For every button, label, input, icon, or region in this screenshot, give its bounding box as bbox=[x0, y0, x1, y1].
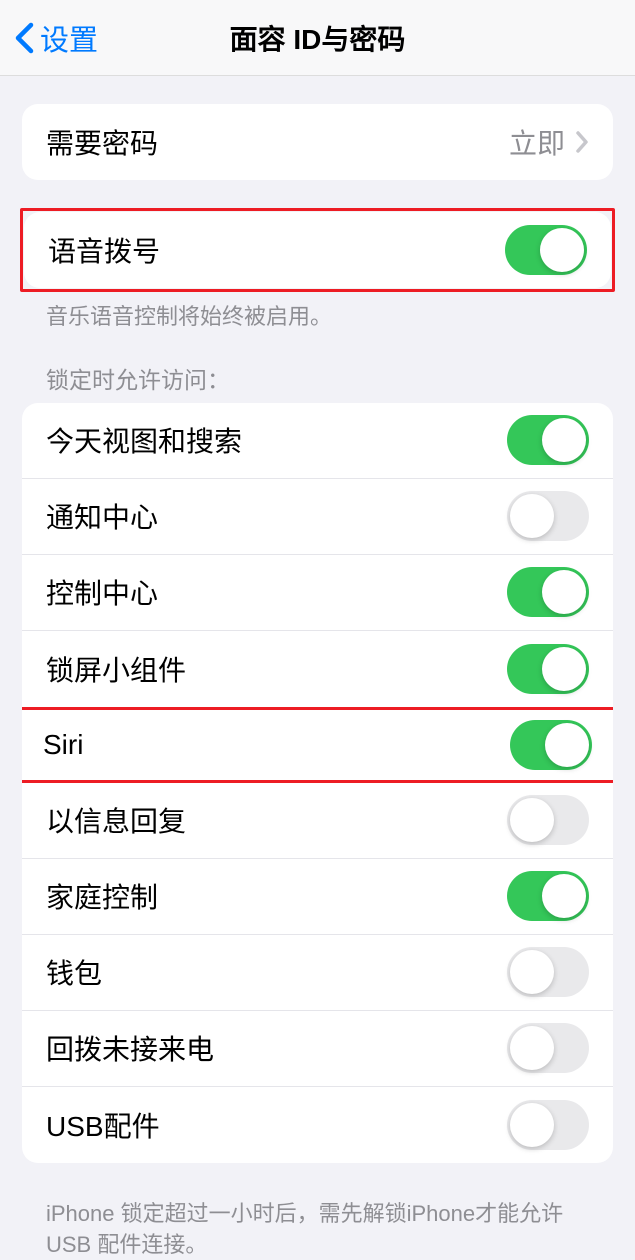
toggle-today-view[interactable] bbox=[507, 415, 589, 465]
row-home-control: 家庭控制 bbox=[22, 859, 613, 935]
toggle-return-missed-calls[interactable] bbox=[507, 1023, 589, 1073]
row-today-view: 今天视图和搜索 bbox=[22, 403, 613, 479]
page-title: 面容 ID与密码 bbox=[230, 18, 406, 58]
toggle-voice-dial[interactable] bbox=[505, 225, 587, 275]
toggle-siri[interactable] bbox=[510, 720, 592, 770]
highlight-voice-dial: 语音拨号 bbox=[20, 208, 615, 292]
row-label: 需要密码 bbox=[46, 122, 158, 162]
back-label: 设置 bbox=[40, 17, 98, 59]
row-label: 回拨未接来电 bbox=[46, 1028, 214, 1068]
row-return-missed-calls: 回拨未接来电 bbox=[22, 1011, 613, 1087]
row-lock-widgets: 锁屏小组件 bbox=[22, 631, 613, 707]
row-siri: Siri bbox=[22, 707, 613, 783]
row-notification-center: 通知中心 bbox=[22, 479, 613, 555]
row-reply-with-message: 以信息回复 bbox=[22, 783, 613, 859]
row-control-center: 控制中心 bbox=[22, 555, 613, 631]
row-value: 立即 bbox=[509, 122, 565, 162]
row-label: 控制中心 bbox=[46, 572, 158, 612]
toggle-usb-accessories[interactable] bbox=[507, 1100, 589, 1150]
back-button[interactable]: 设置 bbox=[0, 17, 98, 59]
row-require-passcode[interactable]: 需要密码 立即 bbox=[22, 104, 613, 180]
group-allow-access: 今天视图和搜索 通知中心 控制中心 锁屏小组件 Siri 以信息回复 家庭控制 bbox=[22, 403, 613, 1163]
row-voice-dial: 语音拨号 bbox=[24, 212, 611, 288]
group-passcode: 需要密码 立即 bbox=[22, 104, 613, 180]
row-label: Siri bbox=[43, 729, 83, 761]
toggle-control-center[interactable] bbox=[507, 567, 589, 617]
footer-usb: iPhone 锁定超过一小时后，需先解锁iPhone才能允许 USB 配件连接。 bbox=[0, 1191, 635, 1260]
row-wallet: 钱包 bbox=[22, 935, 613, 1011]
row-label: 以信息回复 bbox=[46, 800, 186, 840]
header-allow-access: 锁定时允许访问： bbox=[0, 333, 635, 403]
row-usb-accessories: USB配件 bbox=[22, 1087, 613, 1163]
toggle-notification-center[interactable] bbox=[507, 491, 589, 541]
back-chevron-icon bbox=[14, 22, 34, 54]
nav-bar: 设置 面容 ID与密码 bbox=[0, 0, 635, 76]
toggle-home-control[interactable] bbox=[507, 871, 589, 921]
toggle-lock-widgets[interactable] bbox=[507, 644, 589, 694]
row-label: 钱包 bbox=[46, 952, 102, 992]
row-label: 今天视图和搜索 bbox=[46, 420, 242, 460]
group-voice-dial: 语音拨号 bbox=[24, 212, 611, 288]
row-label: 通知中心 bbox=[46, 496, 158, 536]
row-label: 语音拨号 bbox=[48, 230, 160, 270]
chevron-right-icon bbox=[575, 130, 589, 154]
row-label: 家庭控制 bbox=[46, 876, 158, 916]
toggle-reply-with-message[interactable] bbox=[507, 795, 589, 845]
row-label: USB配件 bbox=[46, 1105, 160, 1145]
footer-voice-dial: 音乐语音控制将始终被启用。 bbox=[0, 292, 635, 333]
toggle-wallet[interactable] bbox=[507, 947, 589, 997]
row-label: 锁屏小组件 bbox=[46, 649, 186, 689]
